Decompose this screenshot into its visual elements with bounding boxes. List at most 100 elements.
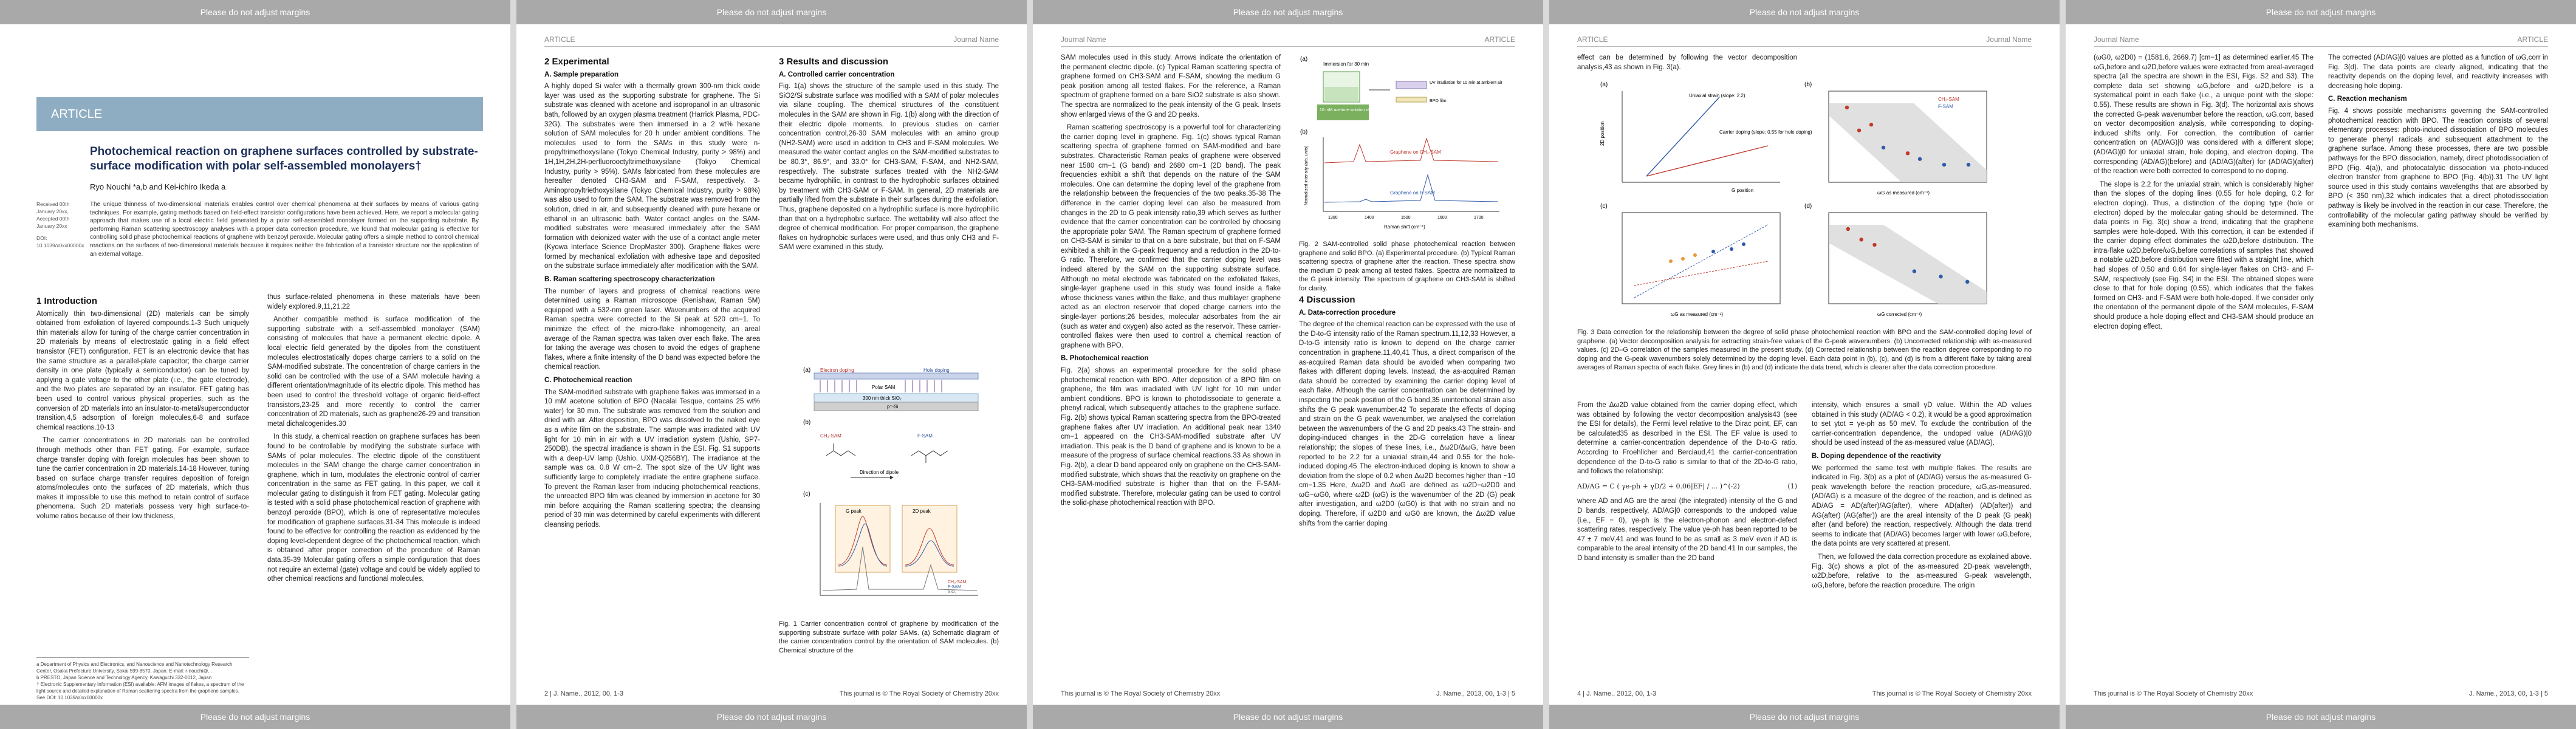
header-journal: Journal Name	[1986, 35, 2032, 44]
column-1: 2 Experimental A. Sample preparation A h…	[544, 53, 760, 534]
polar-sam-label: Polar SAM	[872, 385, 896, 390]
section-heading: 2 Experimental	[544, 56, 609, 67]
page-footer: This journal is © The Royal Society of C…	[1061, 690, 1515, 697]
article-label: ARTICLE	[36, 97, 483, 131]
received-date: Received 00th January 20xx,	[36, 201, 70, 214]
figure-1: (a) Electron doping Hole doping Polar SA…	[802, 364, 984, 614]
legend-fsam: F-SAM	[948, 585, 961, 589]
strain-line-label: Uniaxial strain (slope: 2.2)	[1689, 93, 1745, 98]
running-header: ARTICLE Journal Name	[544, 35, 999, 44]
paragraph: The slope is 2.2 for the uniaxial strain…	[2094, 180, 2314, 330]
accepted-date: Accepted 00th January 20xx	[36, 216, 70, 229]
subsection-heading: C. Reaction mechanism	[2328, 95, 2407, 103]
column-1: From the Δω2D value obtained from the ca…	[1577, 401, 1797, 567]
graphene-layer	[814, 372, 979, 380]
f-sam-label: F-SAM	[917, 433, 933, 439]
paragraph: We performed the same test with multiple…	[1812, 464, 2032, 548]
header-article: ARTICLE	[544, 35, 575, 44]
header-article: ARTICLE	[1484, 35, 1515, 44]
subsection-heading: C. Photochemical reaction	[544, 377, 632, 384]
header-rule	[2094, 46, 2548, 47]
uv-label: UV irradiation for 10 min at ambient air	[1430, 81, 1502, 85]
column-2: 3 Results and discussion A. Controlled c…	[779, 53, 999, 256]
margin-banner-bottom: Please do not adjust margins	[0, 705, 510, 729]
x-tick: 1500	[1401, 216, 1411, 220]
x-tick: 1300	[1328, 216, 1338, 220]
fig3-label-d: (d)	[1804, 203, 1812, 210]
2d-position-label: 2D position	[1600, 122, 1605, 146]
equation: AD/AG = C ( γe-ph + γD/2 + 0.06|EF| / ..…	[1577, 482, 1740, 490]
page-2: Please do not adjust margins ARTICLE Jou…	[516, 0, 1027, 729]
scatter-point	[1965, 279, 1970, 284]
footnote-rule	[36, 657, 249, 658]
figure-2-caption: Fig. 2 SAM-controlled solid phase photoc…	[1299, 241, 1515, 292]
margin-banner-top: Please do not adjust margins	[516, 0, 1027, 24]
fig2-label-b: (b)	[1300, 129, 1307, 135]
legend-ch3: Graphene on CH₃-SAM	[1390, 149, 1441, 155]
subsection-heading: A. Data-correction procedure	[1299, 309, 1396, 317]
margin-banner-bottom: Please do not adjust margins	[2066, 705, 2576, 729]
sio2-label: 300 nm thick SiO₂	[863, 395, 902, 401]
legend-f: Graphene on F-SAM	[1390, 190, 1435, 196]
column-1: SAM molecules used in this study. Arrows…	[1061, 53, 1281, 512]
scatter-point	[1857, 128, 1862, 132]
subsection-heading: A. Sample preparation	[544, 70, 619, 78]
paragraph: intensity, which ensures a small γD valu…	[1812, 402, 2032, 447]
scatter-point	[1905, 151, 1910, 156]
bpo-film-label: BPO film	[1430, 99, 1447, 103]
subsection-heading: B. Raman scattering spectroscopy charact…	[544, 276, 715, 284]
margin-banner-top: Please do not adjust margins	[0, 0, 510, 24]
paragraph: The number of layers and progress of che…	[544, 287, 760, 371]
paragraph: Fig. 4 shows possible mechanisms governi…	[2328, 107, 2548, 229]
margin-banner-top: Please do not adjust margins	[1033, 0, 1543, 24]
figure-3-caption: Fig. 3 Data correction for the relations…	[1577, 329, 2032, 372]
column-2: 4 Discussion A. Data-correction procedur…	[1299, 292, 1515, 532]
paragraph: Fig. 2(a) shows an experimental procedur…	[1061, 367, 1281, 507]
header-rule	[1577, 46, 2032, 47]
header-journal: Journal Name	[2094, 35, 2139, 44]
acetone-solution-box	[1317, 104, 1369, 120]
figure-2-graphic: (a) Immersion for 30 min 10 mM acetone s…	[1300, 56, 1502, 230]
scatter-point	[1917, 157, 1922, 161]
dipole-direction-label: Direction of dipole	[860, 470, 899, 475]
paragraph: effect can be determined by following th…	[1577, 54, 1797, 71]
paragraph: The corrected (AD/AG)|0 values are plott…	[2328, 54, 2548, 90]
x-tick: 1700	[1474, 216, 1484, 220]
electron-doping-label: Electron doping	[820, 368, 854, 373]
paragraph: In this study, a chemical reaction on gr…	[267, 433, 480, 583]
paragraph: thus surface-related phenomena in these …	[267, 293, 480, 310]
fig3-label-a: (a)	[1600, 81, 1608, 88]
running-header: Journal Name ARTICLE	[1061, 35, 1515, 44]
y-axis-label: Normalized intensity (arb. units)	[1304, 146, 1309, 205]
immersion-label: Immersion for 30 min	[1323, 61, 1369, 67]
paragraph: Raman scattering spectroscopy is a power…	[1061, 124, 1281, 349]
header-rule	[1061, 46, 1515, 47]
figure-3-graphic: (a) Uniaxial strain (slope: 2.2) Carrier…	[1600, 81, 1987, 317]
footer-right: J. Name., 2013, 00, 1-3 | 5	[2468, 690, 2548, 697]
scatter-point	[1872, 242, 1877, 247]
header-rule	[544, 46, 999, 47]
page-footer: 2 | J. Name., 2012, 00, 1-3 This journal…	[544, 690, 999, 697]
acetone-label: 10 mM acetone solution of BPO	[1320, 108, 1380, 112]
g-peak-label: G peak	[846, 508, 862, 514]
fig1-label-a: (a)	[803, 367, 810, 374]
fig3-label-b: (b)	[1804, 81, 1812, 88]
paragraph: A highly doped Si wafer with a thermally…	[544, 83, 760, 270]
scatter-point	[1966, 162, 1971, 167]
paragraph: Then, we followed the data correction pr…	[1812, 553, 2032, 589]
doping-line-label: Carrier doping (slope: 0.55 for hole dop…	[1719, 129, 1812, 135]
uv-lamp	[1396, 81, 1427, 89]
fig3-label-c: (c)	[1600, 203, 1608, 210]
header-journal: Journal Name	[953, 35, 999, 44]
page-footer: 4 | J. Name., 2012, 00, 1-3 This journal…	[1577, 690, 2032, 697]
figure-1-graphic: (a) Electron doping Hole doping Polar SA…	[803, 367, 979, 596]
column-2: The corrected (AD/AG)|0 values are plott…	[2328, 53, 2548, 234]
page-4: Please do not adjust margins ARTICLE Jou…	[1549, 0, 2060, 729]
x-axis-label: Raman shift (cm⁻¹)	[1384, 224, 1425, 230]
ch3-sam-label: CH₃-SAM	[820, 433, 841, 439]
received-info: Received 00th January 20xx, Accepted 00t…	[36, 200, 85, 249]
panel-b-xlabel: ωG as measured (cm⁻¹)	[1877, 190, 1930, 196]
scatter-point	[1859, 238, 1863, 242]
inset-2d-peak	[902, 505, 957, 573]
running-header: Journal Name ARTICLE	[2094, 35, 2548, 44]
